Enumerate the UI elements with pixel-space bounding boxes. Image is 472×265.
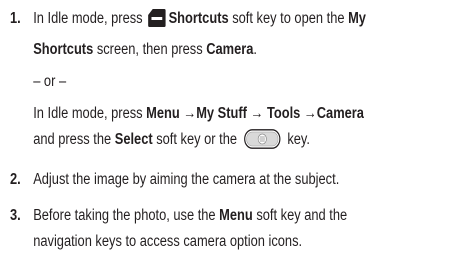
step-number: 1. bbox=[9, 10, 21, 27]
text: In Idle mode, press bbox=[33, 10, 147, 27]
menu-path-bold: Menu →My Stuff → Tools →Camera bbox=[146, 105, 364, 122]
select-key-icon bbox=[243, 129, 281, 158]
my-bold: My bbox=[348, 10, 366, 27]
minus-softkey-icon bbox=[148, 8, 166, 37]
step-3-line-1: Before taking the photo, use the Menu so… bbox=[33, 203, 392, 229]
text: . bbox=[253, 41, 258, 58]
step-1: 1. In Idle mode, press Shortcuts soft ke… bbox=[0, 6, 392, 158]
text: screen, then press bbox=[93, 41, 207, 58]
text: soft key to open the bbox=[228, 10, 349, 27]
step-3-line-2: navigation keys to access camera option … bbox=[33, 233, 303, 250]
step-2-line-1: Adjust the image by aiming the camera at… bbox=[33, 171, 340, 188]
text: Before taking the photo, use the bbox=[33, 207, 220, 224]
text: key. bbox=[283, 131, 310, 148]
text: soft key and the bbox=[252, 207, 348, 224]
camera-bold: Camera bbox=[206, 41, 254, 58]
or-separator: – or – bbox=[33, 73, 67, 90]
step-2: 2. Adjust the image by aiming the camera… bbox=[0, 167, 392, 193]
step-number: 2. bbox=[9, 171, 21, 188]
select-bold: Select bbox=[114, 131, 153, 148]
step-1-line-1: In Idle mode, press Shortcuts soft key t… bbox=[33, 6, 392, 37]
shortcuts-bold: Shortcuts bbox=[168, 10, 229, 27]
step-1-alt-line-1: In Idle mode, press Menu →My Stuff → Too… bbox=[33, 101, 392, 127]
text: soft key or the bbox=[152, 131, 241, 148]
instruction-steps: 1. In Idle mode, press Shortcuts soft ke… bbox=[0, 6, 392, 255]
step-1-alt-line-2: and press the Select soft key or the key… bbox=[33, 127, 392, 158]
menu-bold: Menu bbox=[219, 207, 253, 224]
step-3: 3. Before taking the photo, use the Menu… bbox=[0, 203, 392, 255]
shortcuts-bold: Shortcuts bbox=[33, 41, 94, 58]
text: In Idle mode, press bbox=[33, 105, 147, 122]
step-1-line-2: Shortcuts screen, then press Camera. bbox=[33, 37, 392, 63]
step-number: 3. bbox=[9, 207, 21, 224]
text: and press the bbox=[33, 131, 115, 148]
